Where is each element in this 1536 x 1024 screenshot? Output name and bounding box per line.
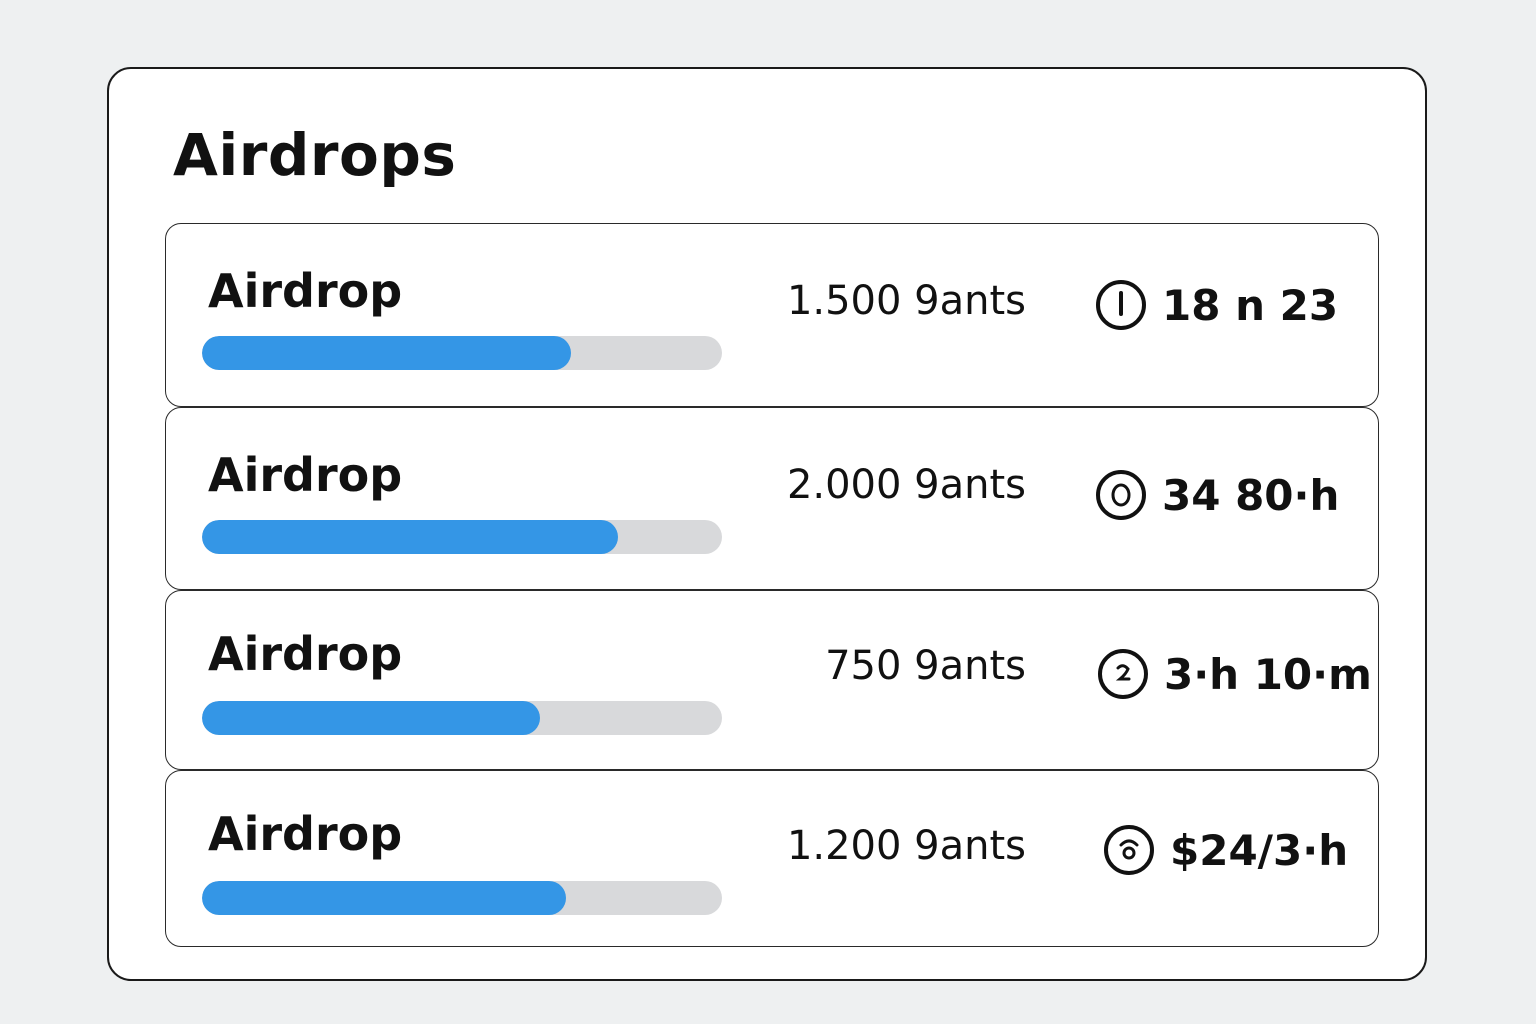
airdrop-row[interactable]: Airdrop 2.000 9ants 34 80·h [165,407,1379,590]
progress-fill [202,336,572,370]
time-left: $24/3·h [1170,825,1349,875]
airdrop-name: Airdrop [208,448,403,502]
airdrop-timer: 34 80·h [1094,468,1339,522]
progress-bar [202,701,722,735]
progress-fill [202,881,566,915]
airdrop-list: Airdrop 1.500 9ants 18 n 23 Airdrop 2.00… [165,223,1379,947]
airdrop-name: Airdrop [208,264,403,318]
airdrop-timer: 18 n 23 [1094,278,1338,332]
airdrop-timer: 3·h 10·m [1096,647,1372,701]
airdrop-points: 1.500 9ants [786,278,1026,324]
progress-fill [202,701,540,735]
clock-icon [1098,649,1148,699]
clock-icon [1096,470,1146,520]
airdrops-panel: Airdrops Airdrop 1.500 9ants 18 n 23 Air… [107,67,1427,981]
airdrop-timer: $24/3·h [1102,823,1348,877]
airdrop-row[interactable]: Airdrop 750 9ants 3·h 10·m [165,590,1379,770]
progress-bar [202,520,722,554]
airdrop-name: Airdrop [208,807,403,861]
panel-title: Airdrops [173,121,457,189]
clock-icon [1096,280,1146,330]
airdrop-points: 750 9ants [825,643,1026,689]
airdrop-name: Airdrop [208,627,403,681]
time-left: 18 n 23 [1162,280,1339,330]
airdrop-points: 2.000 9ants [786,462,1026,508]
clock-icon [1104,825,1154,875]
time-left: 34 80·h [1162,470,1340,520]
progress-bar [202,336,722,370]
airdrop-row[interactable]: Airdrop 1.500 9ants 18 n 23 [165,223,1379,407]
airdrop-points: 1.200 9ants [786,823,1026,869]
progress-bar [202,881,722,915]
time-left: 3·h 10·m [1164,649,1372,699]
progress-fill [202,520,618,554]
airdrop-row[interactable]: Airdrop 1.200 9ants $24/3·h [165,770,1379,947]
